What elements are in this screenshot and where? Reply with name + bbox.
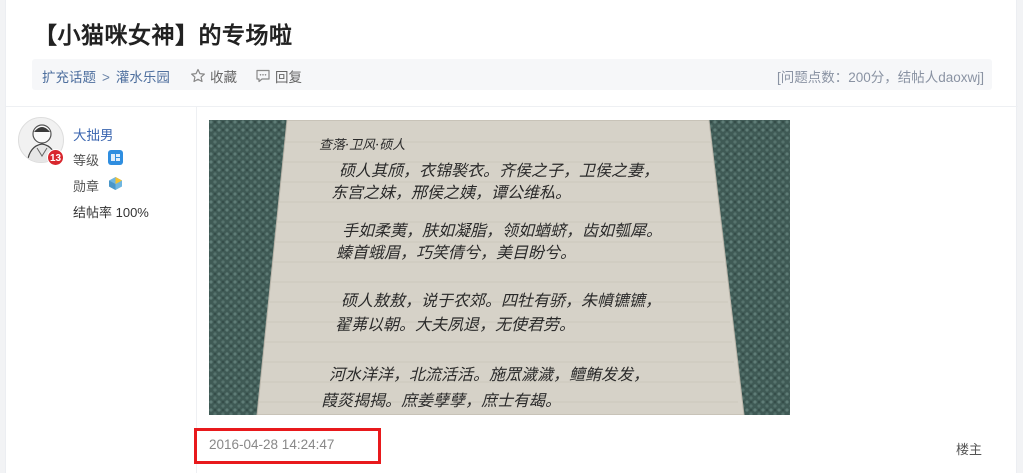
post-image[interactable]: 查落·卫风·硕人 硕人其颀，衣锦褧衣。齐侯之子，卫侯之妻， 东宫之妹，邢侯之姨，… (209, 120, 790, 415)
author-column-divider (196, 107, 197, 473)
topic-info-bar: 扩充话题 > 灌水乐园 收藏 回复 [问题点数：200分，结帖人daoxwj] (32, 59, 992, 90)
timestamp-highlight-box (194, 428, 381, 464)
user-level-badge: 13 (47, 149, 64, 166)
post-card: 【小猫咪女神】的专场啦 扩充话题 > 灌水乐园 收藏 回复 [问题点数：200分，结… (5, 0, 1018, 473)
favorite-button[interactable]: 收藏 (190, 66, 237, 86)
poem-line: 硕人敖敖，说于农郊。四牡有骄，朱幩镳镳， (341, 291, 661, 310)
breadcrumb-separator: > (102, 70, 110, 85)
favorite-label: 收藏 (210, 70, 237, 85)
reply-button[interactable]: 回复 (255, 66, 302, 86)
floor-label: 楼主 (956, 442, 983, 457)
medal-label: 勋章 (73, 179, 100, 194)
close-rate: 结帖率 100% (73, 205, 149, 220)
header-divider (6, 106, 1018, 107)
breadcrumb: 扩充话题 > 灌水乐园 (42, 66, 170, 86)
level-icon (108, 150, 123, 165)
topic-points-info: [问题点数：200分，结帖人daoxwj] (776, 70, 984, 85)
poem-line: 东宫之妹，邢侯之姨，谭公维私。 (331, 183, 571, 202)
comment-icon (256, 69, 270, 83)
poem-line: 河水洋洋，北流活活。施罛濊濊，鳣鲔发发， (329, 365, 649, 384)
poem-line: 硕人其颀，衣锦褧衣。齐侯之子，卫侯之妻， (339, 161, 659, 180)
level-label: 等级 (73, 153, 100, 168)
star-icon (191, 68, 205, 83)
poem-heading: 查落·卫风·硕人 (319, 138, 405, 153)
poem-line: 葭菼揭揭。庶姜孽孽，庶士有朅。 (321, 391, 561, 410)
poem-line: 手如柔荑，肤如凝脂，领如蝤蛴，齿如瓠犀。 (342, 221, 662, 240)
post-title: 【小猫咪女神】的专场啦 (34, 23, 293, 49)
breadcrumb-item-water-park[interactable]: 灌水乐园 (116, 70, 170, 85)
poem-line: 翟茀以朝。大夫夙退，无使君劳。 (335, 315, 575, 334)
reply-label: 回复 (275, 70, 302, 85)
medal-icon (108, 176, 123, 191)
author-name-link[interactable]: 大拙男 (73, 124, 114, 144)
poem-line: 螓首蛾眉，巧笑倩兮，美目盼兮。 (336, 243, 576, 262)
breadcrumb-item-expand-topics[interactable]: 扩充话题 (42, 70, 96, 85)
